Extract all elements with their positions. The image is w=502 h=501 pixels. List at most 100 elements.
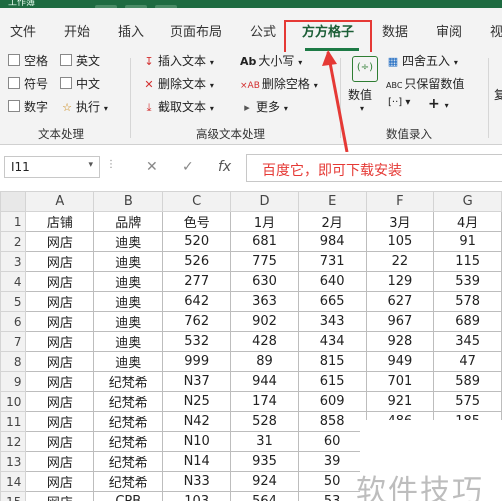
bracket-icon[interactable]: [··] ▾ — [388, 97, 410, 108]
table-cell[interactable]: 22 — [365, 251, 435, 272]
table-cell[interactable]: 迪奥 — [93, 311, 164, 332]
table-cell[interactable]: 762 — [162, 311, 232, 332]
table-cell[interactable]: 539 — [433, 271, 502, 292]
column-header[interactable]: G — [433, 191, 502, 212]
checkbox-symbol[interactable]: 符号 — [8, 75, 48, 92]
checkbox-chinese[interactable]: 中文 — [60, 75, 100, 92]
enter-icon[interactable]: ✓ — [182, 159, 194, 175]
row-header[interactable]: 3 — [0, 251, 27, 272]
table-cell[interactable]: 640 — [297, 271, 367, 292]
row-header[interactable]: 12 — [0, 431, 27, 452]
table-cell[interactable]: 627 — [365, 291, 435, 312]
column-header[interactable]: A — [25, 191, 95, 212]
table-cell[interactable]: 967 — [365, 311, 435, 332]
plus-button[interactable]: + ▾ — [428, 96, 449, 112]
row-header[interactable]: 6 — [0, 311, 27, 332]
column-header[interactable]: E — [297, 191, 367, 212]
table-cell[interactable]: 984 — [297, 231, 367, 252]
table-cell[interactable]: 网店 — [25, 351, 95, 372]
table-cell[interactable]: 924 — [230, 471, 299, 492]
table-cell[interactable]: 609 — [297, 391, 367, 412]
table-cell[interactable]: 4月 — [433, 211, 502, 232]
column-header[interactable]: C — [162, 191, 232, 212]
tab-insert[interactable]: 插入 — [118, 21, 144, 40]
insert-function-button[interactable]: fx — [218, 159, 231, 175]
table-cell[interactable]: 色号 — [162, 211, 232, 232]
table-cell[interactable]: 944 — [230, 371, 299, 392]
tab-view[interactable]: 视 — [490, 21, 502, 40]
table-cell[interactable]: N37 — [162, 371, 232, 392]
worksheet-grid[interactable]: A B C D E F G 1 店铺 品牌 色号 1月 2月 3月 4月 2 网店 迪奥 520 681… — [0, 191, 502, 501]
table-cell[interactable]: N42 — [162, 411, 232, 432]
delete-text-button[interactable]: ✕ 删除文本 ▾ — [142, 75, 213, 92]
row-header[interactable]: 14 — [0, 471, 27, 492]
table-cell[interactable]: 迪奥 — [93, 231, 164, 252]
table-cell[interactable]: N25 — [162, 391, 232, 412]
table-cell[interactable]: 665 — [297, 291, 367, 312]
table-cell[interactable]: 网店 — [25, 471, 95, 492]
row-header[interactable]: 7 — [0, 331, 27, 352]
table-cell[interactable]: 品牌 — [93, 211, 164, 232]
cancel-icon[interactable]: ✕ — [146, 159, 158, 175]
tab-review[interactable]: 审阅 — [436, 21, 462, 40]
table-cell[interactable]: 589 — [433, 371, 502, 392]
table-cell[interactable]: 858 — [297, 411, 367, 432]
table-cell[interactable]: 363 — [230, 291, 299, 312]
round-button[interactable]: ▦ 四舍五入 ▾ — [386, 52, 458, 69]
table-cell[interactable]: 615 — [297, 371, 367, 392]
table-cell[interactable]: 928 — [365, 331, 435, 352]
checkbox-space[interactable]: 空格 — [8, 52, 48, 69]
table-cell[interactable]: 纪梵希 — [93, 451, 164, 472]
table-cell[interactable]: 网店 — [25, 251, 95, 272]
table-cell[interactable]: 701 — [365, 371, 435, 392]
more-button[interactable]: ▸ 更多 ▾ — [240, 98, 288, 115]
table-cell[interactable]: 345 — [433, 331, 502, 352]
table-cell[interactable]: 642 — [162, 291, 232, 312]
table-cell[interactable]: 731 — [297, 251, 367, 272]
table-cell[interactable]: 277 — [162, 271, 232, 292]
table-cell[interactable]: 47 — [433, 351, 502, 372]
table-cell[interactable]: 网店 — [25, 431, 95, 452]
table-cell[interactable]: 网店 — [25, 391, 95, 412]
table-cell[interactable]: 迪奥 — [93, 351, 164, 372]
keep-number-button[interactable]: ABC 只保留数值 — [386, 75, 464, 92]
checkbox-english[interactable]: 英文 — [60, 52, 100, 69]
column-header[interactable]: D — [230, 191, 299, 212]
column-header[interactable]: F — [365, 191, 435, 212]
table-cell[interactable]: 迪奥 — [93, 271, 164, 292]
row-header[interactable]: 13 — [0, 451, 27, 472]
copy-button[interactable]: 复 — [494, 86, 502, 103]
row-header[interactable]: 11 — [0, 411, 27, 432]
table-cell[interactable]: 60 — [297, 431, 367, 452]
table-cell[interactable]: 89 — [230, 351, 299, 372]
table-cell[interactable]: 949 — [365, 351, 435, 372]
tab-data[interactable]: 数据 — [382, 21, 408, 40]
table-cell[interactable]: 343 — [297, 311, 367, 332]
tab-file[interactable]: 文件 — [10, 21, 36, 40]
table-cell[interactable]: 网店 — [25, 291, 95, 312]
table-cell[interactable]: 103 — [162, 491, 232, 501]
table-cell[interactable]: 999 — [162, 351, 232, 372]
table-cell[interactable]: 1月 — [230, 211, 299, 232]
table-cell[interactable]: 纪梵希 — [93, 411, 164, 432]
table-cell[interactable]: 775 — [230, 251, 299, 272]
row-header[interactable]: 10 — [0, 391, 27, 412]
table-cell[interactable]: 迪奥 — [93, 331, 164, 352]
table-cell[interactable]: 纪梵希 — [93, 371, 164, 392]
name-box[interactable]: I11 ▾ — [4, 156, 100, 178]
table-cell[interactable]: 575 — [433, 391, 502, 412]
table-cell[interactable]: 174 — [230, 391, 299, 412]
row-header[interactable]: 4 — [0, 271, 27, 292]
row-header[interactable]: 15 — [0, 491, 27, 501]
table-cell[interactable]: 428 — [230, 331, 299, 352]
table-cell[interactable]: 网店 — [25, 311, 95, 332]
column-header[interactable]: B — [93, 191, 164, 212]
table-cell[interactable]: N14 — [162, 451, 232, 472]
table-cell[interactable]: 纪梵希 — [93, 431, 164, 452]
table-cell[interactable]: N33 — [162, 471, 232, 492]
table-cell[interactable]: 681 — [230, 231, 299, 252]
table-cell[interactable]: 532 — [162, 331, 232, 352]
checkbox-number[interactable]: 数字 — [8, 98, 48, 115]
table-cell[interactable]: 434 — [297, 331, 367, 352]
table-cell[interactable]: 689 — [433, 311, 502, 332]
